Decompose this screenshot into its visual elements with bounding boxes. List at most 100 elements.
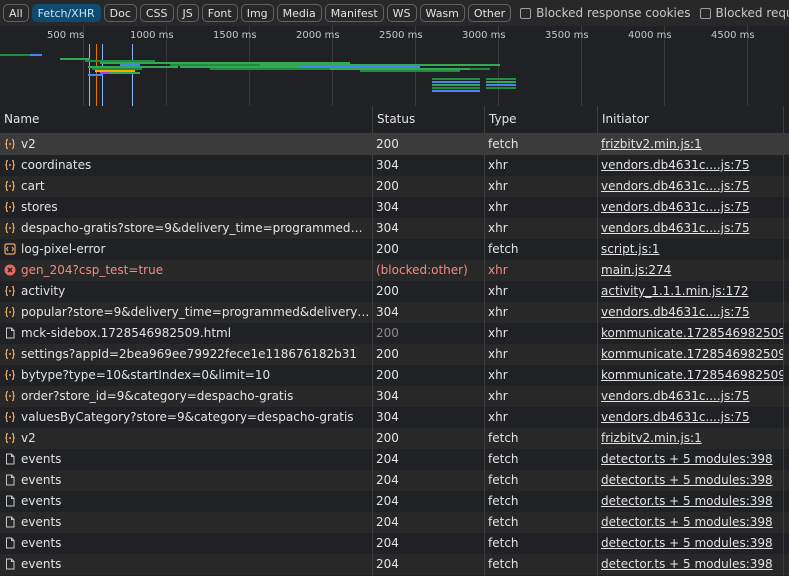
- initiator-link[interactable]: vendors.db4631c....js:75: [601, 389, 750, 403]
- initiator-link[interactable]: kommunicate.1728546982509.min: [601, 326, 783, 340]
- initiator-link[interactable]: vendors.db4631c....js:75: [601, 200, 750, 214]
- fetch-icon: [4, 157, 16, 171]
- table-row[interactable]: cart 200 xhr vendors.db4631c....js:75: [0, 176, 789, 197]
- column-divider[interactable]: [783, 106, 784, 576]
- initiator-link[interactable]: kommunicate.1728546982509.min: [601, 368, 783, 382]
- column-divider[interactable]: [372, 106, 373, 576]
- request-name-cell[interactable]: v2: [0, 134, 370, 155]
- request-name-cell[interactable]: coordinates: [0, 155, 370, 176]
- request-name: activity: [21, 284, 66, 298]
- request-name-cell[interactable]: cart: [0, 176, 370, 197]
- timeline-request-bar: [486, 84, 516, 86]
- filter-chip-media[interactable]: Media: [276, 4, 322, 22]
- request-name-cell[interactable]: stores: [0, 197, 370, 218]
- request-name-cell[interactable]: gen_204?csp_test=true: [0, 260, 370, 281]
- request-name-cell[interactable]: events: [0, 449, 370, 470]
- blocked-requests-toggle[interactable]: Blocked requests: [699, 6, 789, 20]
- type-cell: fetch: [488, 515, 519, 529]
- initiator-link[interactable]: vendors.db4631c....js:75: [601, 221, 750, 235]
- table-row[interactable]: events 204 fetch detector.ts + 5 modules:39…: [0, 449, 789, 470]
- table-row[interactable]: despacho-gratis?store=9&delivery_time=pr…: [0, 218, 789, 239]
- table-row[interactable]: valuesByCategory?store=9&category=despac…: [0, 407, 789, 428]
- filter-chip-other[interactable]: Other: [467, 4, 512, 22]
- initiator-link[interactable]: main.js:274: [601, 263, 671, 277]
- request-name-cell[interactable]: events: [0, 533, 370, 554]
- filter-chip-js[interactable]: JS: [176, 4, 199, 22]
- filter-chip-wasm[interactable]: Wasm: [419, 4, 465, 22]
- table-row[interactable]: mck-sidebox.1728546982509.html 200 xhr komm…: [0, 323, 789, 344]
- filter-chip-all[interactable]: All: [3, 4, 29, 22]
- initiator-link[interactable]: vendors.db4631c....js:75: [601, 158, 750, 172]
- table-row[interactable]: order?store_id=9&category=despacho-grati…: [0, 386, 789, 407]
- request-name-cell[interactable]: v2: [0, 428, 370, 449]
- request-name-cell[interactable]: mck-sidebox.1728546982509.html: [0, 323, 370, 344]
- request-name-cell[interactable]: events: [0, 512, 370, 533]
- checkbox-icon[interactable]: [699, 7, 711, 19]
- request-name-cell[interactable]: valuesByCategory?store=9&category=despac…: [0, 407, 370, 428]
- request-name-cell[interactable]: bytype?type=10&startIndex=0&limit=10: [0, 365, 370, 386]
- initiator-link[interactable]: frizbitv2.min.js:1: [601, 431, 702, 445]
- table-row[interactable]: popular?store=9&delivery_time=programmed…: [0, 302, 789, 323]
- column-divider[interactable]: [484, 106, 485, 576]
- initiator-link[interactable]: script.js:1: [601, 242, 660, 256]
- table-row[interactable]: gen_204?csp_test=true (blocked:other) xhr m…: [0, 260, 789, 281]
- table-row[interactable]: events 204 fetch detector.ts + 5 modules:39…: [0, 512, 789, 533]
- initiator-link[interactable]: detector.ts + 5 modules:398: [601, 515, 773, 529]
- initiator-cell: vendors.db4631c....js:75: [597, 176, 783, 197]
- initiator-link[interactable]: detector.ts + 5 modules:398: [601, 557, 773, 571]
- filter-chip-fetch-xhr[interactable]: Fetch/XHR: [31, 4, 101, 22]
- initiator-link[interactable]: frizbitv2.min.js:1: [601, 137, 702, 151]
- filter-chip-img[interactable]: Img: [240, 4, 274, 22]
- table-row[interactable]: activity 200 xhr activity_1.1.1.min.js:172: [0, 281, 789, 302]
- request-name-cell[interactable]: settings?appId=2bea969ee79922fece1e11867…: [0, 344, 370, 365]
- initiator-link[interactable]: vendors.db4631c....js:75: [601, 410, 750, 424]
- initiator-link[interactable]: activity_1.1.1.min.js:172: [601, 284, 749, 298]
- column-header-name[interactable]: Name: [0, 106, 372, 133]
- request-name-cell[interactable]: despacho-gratis?store=9&delivery_time=pr…: [0, 218, 370, 239]
- checkbox-icon[interactable]: [520, 7, 532, 19]
- initiator-link[interactable]: vendors.db4631c....js:75: [601, 305, 750, 319]
- table-row[interactable]: coordinates 304 xhr vendors.db4631c....js:7…: [0, 155, 789, 176]
- document-icon: [4, 556, 16, 570]
- network-overview-timeline[interactable]: 500 ms 1000 ms 1500 ms 2000 ms 2500 ms 3000 m…: [0, 26, 789, 107]
- table-row[interactable]: events 204 fetch detector.ts + 5 modules:39…: [0, 470, 789, 491]
- column-divider[interactable]: [597, 106, 598, 576]
- request-name: events: [21, 473, 62, 487]
- request-name-cell[interactable]: order?store_id=9&category=despacho-grati…: [0, 386, 370, 407]
- request-name-cell[interactable]: log-pixel-error: [0, 239, 370, 260]
- table-row[interactable]: events 204 fetch detector.ts + 5 modules:39…: [0, 533, 789, 554]
- initiator-cell: frizbitv2.min.js:1: [597, 134, 783, 155]
- table-row[interactable]: bytype?type=10&startIndex=0&limit=10 200 x…: [0, 365, 789, 386]
- filter-chip-font[interactable]: Font: [201, 4, 238, 22]
- request-name-cell[interactable]: events: [0, 470, 370, 491]
- filter-chip-doc[interactable]: Doc: [103, 4, 137, 22]
- initiator-link[interactable]: kommunicate.1728546982509.min: [601, 347, 783, 361]
- filter-chip-css[interactable]: CSS: [139, 4, 174, 22]
- table-row[interactable]: settings?appId=2bea969ee79922fece1e11867…: [0, 344, 789, 365]
- column-header-status[interactable]: Status: [372, 106, 484, 133]
- initiator-link[interactable]: detector.ts + 5 modules:398: [601, 536, 773, 550]
- table-row[interactable]: log-pixel-error 200 fetch script.js:1: [0, 239, 789, 260]
- request-name: order?store_id=9&category=despacho-grati…: [21, 389, 294, 403]
- filter-chip-manifest[interactable]: Manifest: [324, 4, 384, 22]
- column-header-initiator[interactable]: Initiator: [597, 106, 783, 133]
- request-name-cell[interactable]: popular?store=9&delivery_time=programmed…: [0, 302, 370, 323]
- initiator-link[interactable]: detector.ts + 5 modules:398: [601, 473, 773, 487]
- filter-chip-ws[interactable]: WS: [386, 4, 417, 22]
- fetch-icon: [4, 136, 16, 150]
- status-cell: 304: [376, 389, 399, 403]
- initiator-link[interactable]: detector.ts + 5 modules:398: [601, 494, 773, 508]
- initiator-link[interactable]: vendors.db4631c....js:75: [601, 179, 750, 193]
- table-row[interactable]: stores 304 xhr vendors.db4631c....js:75: [0, 197, 789, 218]
- table-row[interactable]: events 204 fetch detector.ts + 5 modules:39…: [0, 554, 789, 575]
- table-row[interactable]: v2 200 fetch frizbitv2.min.js:1: [0, 134, 789, 155]
- table-row[interactable]: v2 200 fetch frizbitv2.min.js:1: [0, 428, 789, 449]
- request-name-cell[interactable]: activity: [0, 281, 370, 302]
- column-header-type[interactable]: Type: [484, 106, 597, 133]
- blocked-response-cookies-toggle[interactable]: Blocked response cookies: [520, 6, 691, 20]
- request-name-cell[interactable]: events: [0, 554, 370, 575]
- request-name-cell[interactable]: events: [0, 491, 370, 512]
- image-fetch-icon: [4, 241, 16, 255]
- table-row[interactable]: events 204 fetch detector.ts + 5 modules:39…: [0, 491, 789, 512]
- initiator-link[interactable]: detector.ts + 5 modules:398: [601, 452, 773, 466]
